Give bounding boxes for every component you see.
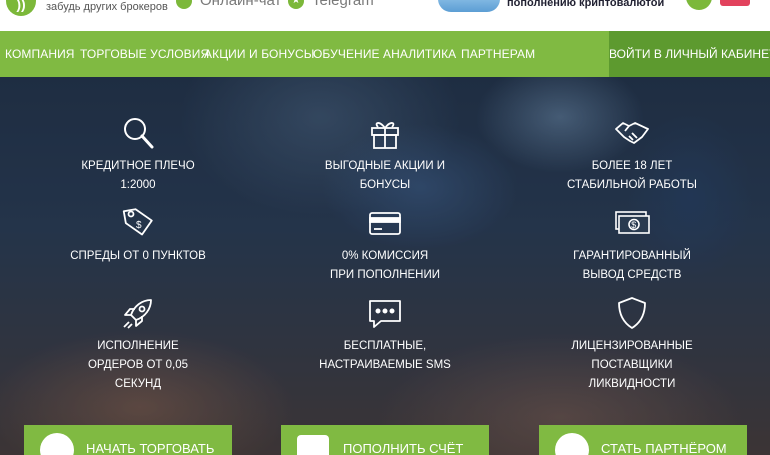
banknotes-icon: $: [615, 211, 650, 234]
feature-withdrawal-line-2: ВЫВОД СРЕДСТВ: [582, 269, 682, 281]
feature-spreads: $ СПРЕДЫ ОТ 0 ПУНКТОВ: [38, 205, 238, 266]
feature-withdrawal: $ ГАРАНТИРОВАННЫЙ ВЫВОД СРЕДСТВ: [532, 205, 732, 285]
online-chat-label: Онлайн-чат: [200, 0, 282, 9]
nav-promotions[interactable]: АКЦИИ И БОНУСЫ: [204, 31, 314, 77]
partner-icon: [555, 433, 589, 455]
feature-sms-line-1: БЕСПЛАТНЫЕ,: [343, 340, 427, 352]
telegram-label: Telegram: [312, 0, 374, 9]
feature-commission: 0% КОМИССИЯ ПРИ ПОПОЛНЕНИИ: [285, 205, 485, 285]
feature-execution-line-3: СЕКУНД: [114, 378, 162, 390]
feature-commission-line-1: 0% КОМИССИЯ: [341, 250, 429, 262]
handshake-icon: [615, 122, 649, 144]
feature-leverage-line-2: 1:2000: [120, 179, 156, 191]
star-icon: ★: [288, 0, 304, 10]
feature-promotions: ВЫГОДНЫЕ АКЦИИ И БОНУСЫ: [285, 115, 485, 195]
credit-card-icon: [369, 212, 401, 235]
top-bar: )) забудь других брокеров Онлайн-чат ★ Te…: [0, 0, 770, 31]
svg-text:$: $: [136, 220, 142, 231]
promo-banner-text[interactable]: пополнению криптовалютой: [507, 0, 664, 9]
nav-company[interactable]: КОМПАНИЯ: [5, 31, 75, 77]
become-partner-button[interactable]: СТАТЬ ПАРТНЁРОМ: [539, 425, 747, 455]
telegram-link[interactable]: ★ Telegram: [288, 0, 374, 10]
brand-logo[interactable]: )): [6, 0, 36, 16]
gift-icon: [371, 122, 399, 149]
deposit-button[interactable]: ПОПОЛНИТЬ СЧЁТ: [281, 425, 489, 455]
login-button[interactable]: ВОЙТИ В ЛИЧНЫЙ КАБИНЕТ: [609, 31, 770, 77]
feature-sms: БЕСПЛАТНЫЕ, НАСТРАИВАЕМЫЕ SMS: [285, 295, 485, 375]
feature-leverage: КРЕДИТНОЕ ПЛЕЧО 1:2000: [38, 115, 238, 195]
nav-education[interactable]: ОБУЧЕНИЕ: [313, 31, 380, 77]
become-partner-label: СТАТЬ ПАРТНЁРОМ: [601, 441, 727, 455]
hero-section: КРЕДИТНОЕ ПЛЕЧО 1:2000 ВЫГОДНЫЕ АКЦИИ И …: [0, 77, 770, 455]
rocket-icon: [123, 299, 152, 329]
feature-withdrawal-line-1: ГАРАНТИРОВАННЫЙ: [573, 250, 691, 262]
feature-execution: ИСПОЛНЕНИЕ ОРДЕРОВ ОТ 0,05 СЕКУНД: [38, 295, 238, 394]
card-icon: [297, 435, 329, 455]
feature-execution-line-2: ОРДЕРОВ ОТ 0,05: [87, 359, 189, 371]
chat-bubble-icon: [369, 300, 401, 328]
feature-liquidity-line-3: ЛИКВИДНОСТИ: [588, 378, 676, 390]
feature-sms-line-2: НАСТРАИВАЕМЫЕ SMS: [319, 359, 451, 371]
feature-promotions-line-2: БОНУСЫ: [359, 179, 411, 191]
phone-icon[interactable]: [686, 0, 712, 10]
magnifier-icon: [124, 118, 154, 149]
start-trading-button[interactable]: НАЧАТЬ ТОРГОВАТЬ: [24, 425, 232, 455]
feature-experience-line-2: СТАБИЛЬНОЙ РАБОТЫ: [567, 179, 697, 191]
feature-leverage-line-1: КРЕДИТНОЕ ПЛЕЧО: [81, 160, 195, 172]
nav-trading-conditions[interactable]: ТОРГОВЫЕ УСЛОВИЯ: [80, 31, 209, 77]
feature-spreads-line-1: СПРЕДЫ ОТ 0 ПУНКТОВ: [70, 250, 206, 262]
online-chat-link[interactable]: Онлайн-чат: [176, 0, 282, 10]
shield-icon: [618, 297, 646, 329]
language-button[interactable]: [720, 0, 750, 6]
main-navigation: КОМПАНИЯ ТОРГОВЫЕ УСЛОВИЯ АКЦИИ И БОНУСЫ…: [0, 31, 770, 77]
feature-execution-line-1: ИСПОЛНЕНИЕ: [97, 340, 179, 352]
price-tag-icon: $: [122, 208, 153, 236]
chart-icon: [40, 433, 74, 455]
chat-icon: [176, 0, 192, 10]
feature-liquidity: ЛИЦЕНЗИРОВАННЫЕ ПОСТАВЩИКИ ЛИКВИДНОСТИ: [532, 295, 732, 394]
feature-liquidity-line-2: ПОСТАВЩИКИ: [591, 359, 673, 371]
nav-partners[interactable]: ПАРТНЕРАМ: [461, 31, 535, 77]
nav-analytics[interactable]: АНАЛИТИКА: [383, 31, 456, 77]
feature-liquidity-line-1: ЛИЦЕНЗИРОВАННЫЕ: [571, 340, 693, 352]
start-trading-label: НАЧАТЬ ТОРГОВАТЬ: [86, 441, 215, 455]
feature-commission-line-2: ПРИ ПОПОЛНЕНИИ: [329, 269, 441, 281]
brand-tagline: забудь других брокеров: [46, 1, 168, 13]
svg-text:$: $: [631, 220, 636, 230]
feature-promotions-line-1: ВЫГОДНЫЕ АКЦИИ И: [324, 160, 446, 172]
feature-experience: БОЛЕЕ 18 ЛЕТ СТАБИЛЬНОЙ РАБОТЫ: [532, 115, 732, 195]
promo-banner-image[interactable]: [438, 0, 500, 12]
deposit-label: ПОПОЛНИТЬ СЧЁТ: [343, 441, 464, 455]
feature-experience-line-1: БОЛЕЕ 18 ЛЕТ: [591, 160, 673, 172]
